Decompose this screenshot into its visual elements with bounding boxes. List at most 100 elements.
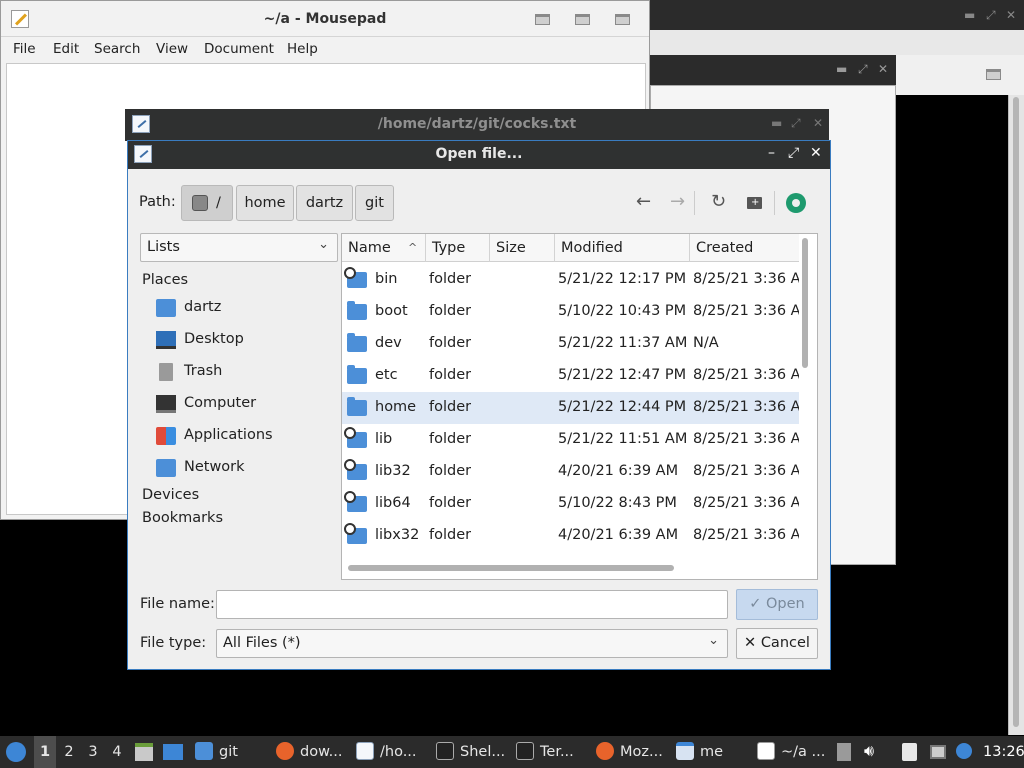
close-icon[interactable]: ✕ <box>813 116 823 130</box>
clock[interactable]: 13:26 <box>983 736 1024 768</box>
file-row-lib[interactable]: lib folder 5/21/22 11:51 AM 8/25/21 3:36… <box>342 424 799 456</box>
close-icon[interactable]: ✕ <box>878 62 888 76</box>
menu-file[interactable]: File <box>13 41 36 57</box>
scrollbar-thumb[interactable] <box>802 238 808 368</box>
maximize-icon[interactable]: ⤢ <box>791 116 801 131</box>
file-manager-launcher-icon[interactable] <box>135 743 153 761</box>
workspace-2[interactable]: 2 <box>58 736 80 768</box>
menu-search[interactable]: Search <box>94 41 140 57</box>
file-type: folder <box>429 495 472 511</box>
path-home-button[interactable]: home <box>236 185 294 221</box>
file-row-libx32[interactable]: libx32 folder 4/20/21 6:39 AM 8/25/21 3:… <box>342 520 799 552</box>
close-icon[interactable] <box>615 14 630 25</box>
bookmarks-header[interactable]: Bookmarks <box>142 510 223 526</box>
scroll-indicator-icon[interactable] <box>837 743 851 761</box>
file-name-input[interactable] <box>216 590 728 619</box>
devices-header[interactable]: Devices <box>142 487 199 503</box>
task-firefox-1[interactable]: dow... <box>276 736 342 768</box>
toolbar-divider <box>694 191 695 215</box>
file-row-lib32[interactable]: lib32 folder 4/20/21 6:39 AM 8/25/21 3:3… <box>342 456 799 488</box>
file-row-lib64[interactable]: lib64 folder 5/10/22 8:43 PM 8/25/21 3:3… <box>342 488 799 520</box>
file-row-boot[interactable]: boot folder 5/10/22 10:43 PM 8/25/21 3:3… <box>342 296 799 328</box>
file-modified: 5/21/22 11:37 AM <box>558 335 688 351</box>
menu-document[interactable]: Document <box>204 41 274 57</box>
file-name: home <box>375 399 417 415</box>
mousepad-titlebar[interactable]: ~/a - Mousepad <box>1 1 649 37</box>
horizontal-scrollbar[interactable] <box>348 565 674 571</box>
column-created[interactable]: Created <box>690 234 799 262</box>
maximize-icon[interactable]: ⤢ <box>858 62 868 77</box>
sidebar-view-select[interactable]: Lists ⌄ <box>140 233 338 262</box>
column-size[interactable]: Size <box>490 234 555 262</box>
task-shell[interactable]: Shel... <box>436 736 505 768</box>
open-button[interactable]: ✓ Open <box>736 589 818 620</box>
file-row-bin[interactable]: bin folder 5/21/22 12:17 PM 8/25/21 3:36… <box>342 264 799 296</box>
firefox-icon <box>596 742 614 760</box>
places-header[interactable]: Places <box>142 272 188 288</box>
path-root-button[interactable]: / <box>181 185 233 221</box>
menu-help[interactable]: Help <box>287 41 318 57</box>
maximize-icon[interactable] <box>575 14 590 25</box>
minimize-icon[interactable] <box>535 14 550 25</box>
column-type[interactable]: Type <box>426 234 490 262</box>
volume-icon[interactable]: 🔊︎ <box>864 741 874 761</box>
terminal-icon <box>516 742 534 760</box>
reload-icon[interactable]: ↻ <box>711 191 726 212</box>
parent-dialog-titlebar[interactable]: /home/dartz/git/cocks.txt ▬ ⤢ ✕ <box>125 109 829 141</box>
task-firefox-2[interactable]: Moz... <box>596 736 663 768</box>
task-editor-dialog[interactable]: /ho... <box>356 736 417 768</box>
network-status-icon[interactable] <box>930 745 946 759</box>
new-folder-icon[interactable]: + <box>747 197 762 209</box>
vertical-scrollbar[interactable] <box>800 238 810 558</box>
task-terminal[interactable]: Ter... <box>516 736 574 768</box>
column-modified[interactable]: Modified <box>555 234 690 262</box>
cancel-button[interactable]: ✕ Cancel <box>736 628 818 659</box>
column-name[interactable]: Name ^ <box>342 234 426 262</box>
window-button-icon[interactable] <box>986 69 1001 80</box>
dialog-titlebar[interactable]: Open file... – ⤢ ✕ <box>128 141 830 169</box>
clipboard-icon[interactable] <box>902 743 917 761</box>
background-window <box>650 30 1024 55</box>
task-me[interactable]: me <box>676 736 723 768</box>
maximize-icon[interactable]: ⤢ <box>986 8 996 23</box>
file-name: dev <box>375 335 402 351</box>
workspace-4[interactable]: 4 <box>106 736 128 768</box>
desktop-launcher-icon[interactable] <box>163 744 183 760</box>
notification-icon[interactable] <box>956 743 972 759</box>
terminal-icon <box>436 742 454 760</box>
minimize-icon[interactable]: ▬ <box>964 8 975 22</box>
settings-icon[interactable] <box>786 193 806 213</box>
path-git-button[interactable]: git <box>355 185 394 221</box>
file-name: lib32 <box>375 463 411 479</box>
menu-view[interactable]: View <box>156 41 188 57</box>
folder-icon <box>195 742 213 760</box>
file-type-select[interactable]: All Files (*) ⌄ <box>216 629 728 658</box>
folder-link-icon <box>344 459 367 480</box>
back-arrow-icon[interactable]: ← <box>636 191 651 212</box>
file-modified: 5/10/22 8:43 PM <box>558 495 677 511</box>
file-row-home[interactable]: home folder 5/21/22 12:44 PM 8/25/21 3:3… <box>342 392 799 424</box>
workspace-1[interactable]: 1 <box>34 736 56 768</box>
close-icon[interactable]: ✕ <box>810 145 822 161</box>
desktop-icon <box>156 331 176 349</box>
path-dartz-button[interactable]: dartz <box>296 185 353 221</box>
file-name: boot <box>375 303 408 319</box>
menubar: File Edit Search View Document Help <box>1 37 649 61</box>
start-menu-icon[interactable] <box>6 742 26 762</box>
workspace-3[interactable]: 3 <box>82 736 104 768</box>
file-row-etc[interactable]: etc folder 5/21/22 12:47 PM 8/25/21 3:36… <box>342 360 799 392</box>
folder-icon <box>347 333 367 352</box>
background-scrollbar[interactable] <box>1008 95 1024 735</box>
close-icon[interactable]: ✕ <box>1006 8 1016 22</box>
file-modified: 5/21/22 11:51 AM <box>558 431 688 447</box>
minimize-icon[interactable]: – <box>768 145 775 161</box>
task-mousepad[interactable]: ~/a ... <box>757 736 825 768</box>
file-row-dev[interactable]: dev folder 5/21/22 11:37 AM N/A <box>342 328 799 360</box>
minimize-icon[interactable]: ▬ <box>771 116 782 130</box>
menu-edit[interactable]: Edit <box>53 41 79 57</box>
maximize-icon[interactable]: ⤢ <box>788 145 799 161</box>
forward-arrow-icon[interactable]: → <box>670 191 685 212</box>
minimize-icon[interactable]: ▬ <box>836 62 847 76</box>
file-list[interactable]: Name ^ Type Size Modified Created bin fo… <box>341 233 818 580</box>
task-git[interactable]: git <box>195 736 238 768</box>
